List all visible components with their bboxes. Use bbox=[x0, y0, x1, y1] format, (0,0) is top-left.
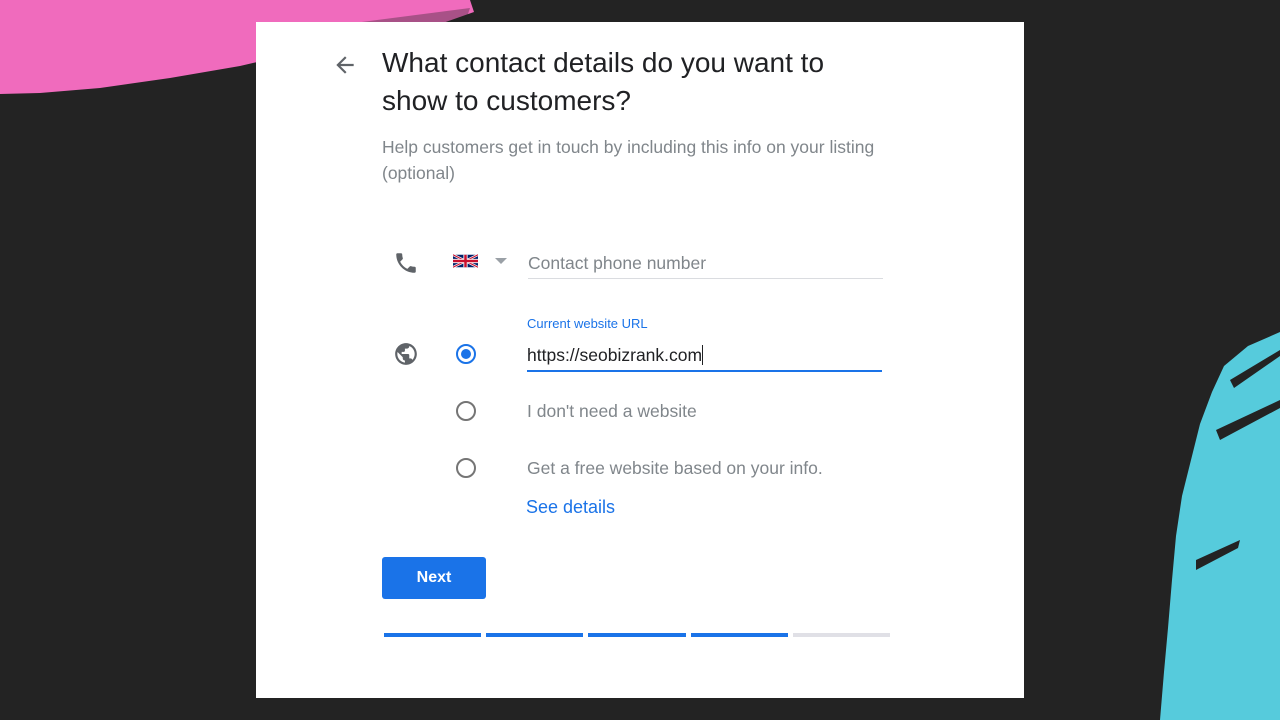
chevron-down-icon bbox=[495, 258, 507, 264]
page-subtitle: Help customers get in touch by including… bbox=[382, 137, 875, 183]
progress-bar bbox=[384, 633, 891, 638]
radio-no-website[interactable] bbox=[456, 401, 476, 421]
progress-segment bbox=[792, 633, 891, 637]
next-button[interactable]: Next bbox=[382, 557, 486, 599]
progress-segment bbox=[588, 633, 686, 637]
no-website-label: I don't need a website bbox=[527, 401, 697, 421]
radio-current-website[interactable] bbox=[456, 344, 476, 364]
website-url-input[interactable]: https://seobizrank.com bbox=[527, 340, 882, 372]
progress-segment bbox=[384, 633, 482, 637]
see-details-link[interactable]: See details bbox=[526, 497, 615, 518]
back-arrow-icon[interactable] bbox=[332, 52, 358, 78]
free-website-label: Get a free website based on your info. bbox=[527, 458, 823, 478]
website-url-value: https://seobizrank.com bbox=[527, 345, 703, 365]
page-title: What contact details do you want to show… bbox=[382, 47, 825, 116]
progress-segment bbox=[486, 633, 584, 637]
cyan-brush-stroke bbox=[1160, 332, 1280, 720]
phone-number-input[interactable] bbox=[528, 249, 883, 279]
country-code-dropdown[interactable] bbox=[451, 251, 513, 273]
uk-flag-icon bbox=[453, 253, 478, 269]
contact-details-card: What contact details do you want to show… bbox=[256, 22, 1024, 698]
progress-segment bbox=[690, 633, 788, 637]
phone-icon bbox=[396, 253, 416, 273]
website-url-label: Current website URL bbox=[527, 316, 648, 331]
text-cursor bbox=[702, 345, 704, 365]
globe-icon bbox=[395, 343, 417, 365]
radio-free-website[interactable] bbox=[456, 458, 476, 478]
